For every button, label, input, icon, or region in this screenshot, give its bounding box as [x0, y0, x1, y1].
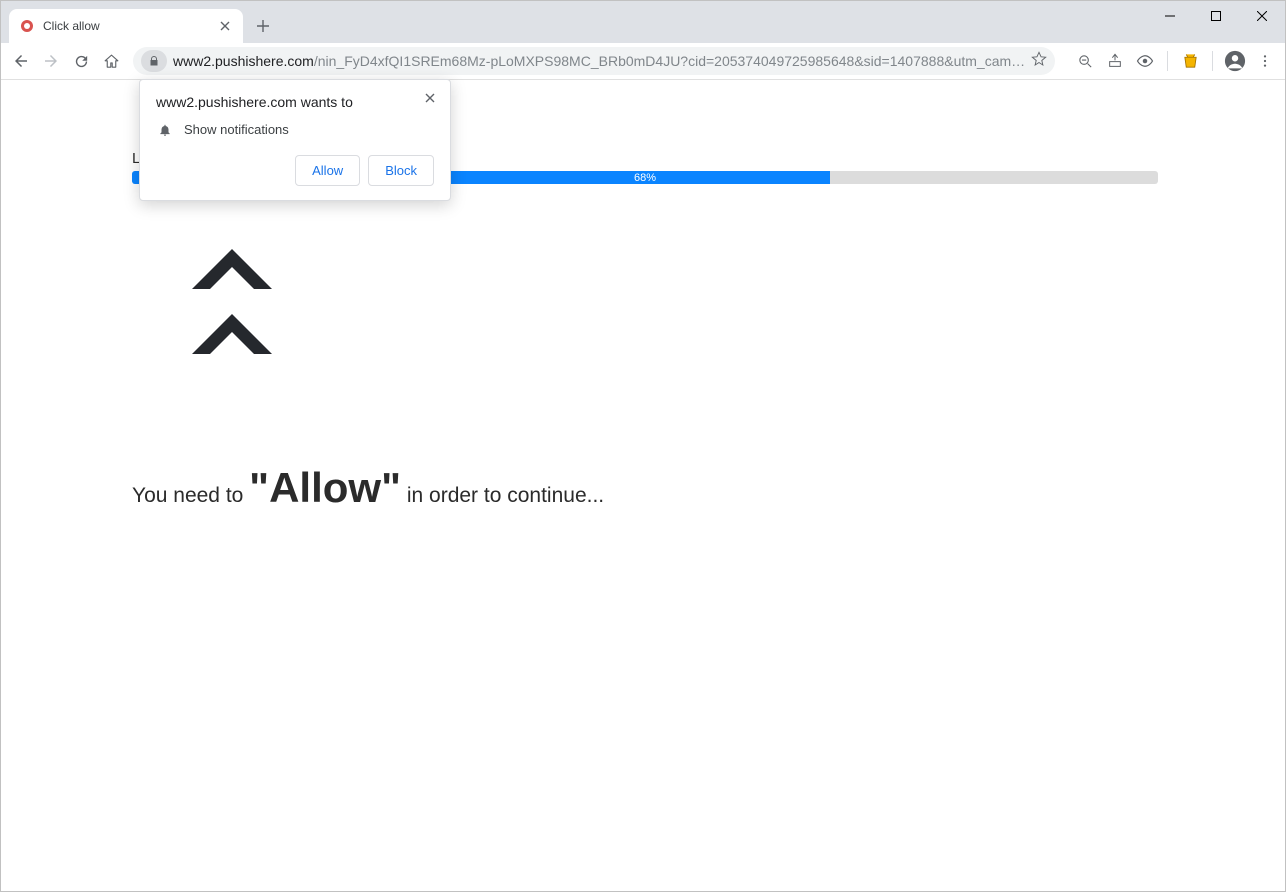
instruction-text: You need to "Allow" in order to continue… — [132, 464, 1154, 512]
browser-window: Click allow — [0, 0, 1286, 892]
tab-favicon-icon — [19, 18, 35, 34]
kebab-menu-icon[interactable] — [1251, 47, 1279, 75]
progress-percent: 68% — [634, 172, 656, 184]
block-button[interactable]: Block — [368, 155, 434, 186]
minimize-button[interactable] — [1147, 1, 1193, 31]
toolbar-divider — [1167, 51, 1168, 71]
maximize-button[interactable] — [1193, 1, 1239, 31]
shopping-icon[interactable] — [1176, 47, 1204, 75]
msg-emphasis: "Allow" — [249, 464, 401, 511]
tab-close-icon[interactable] — [217, 18, 233, 34]
address-bar[interactable]: www2.pushishere.com/nin_FyD4xfQI1SREm68M… — [133, 47, 1055, 75]
url-text: www2.pushishere.com/nin_FyD4xfQI1SREm68M… — [173, 53, 1025, 69]
msg-before: You need to — [132, 484, 249, 507]
msg-after: in order to continue... — [407, 484, 604, 507]
popup-permission-label: Show notifications — [184, 122, 289, 137]
toolbar-divider — [1212, 51, 1213, 71]
forward-button[interactable] — [37, 47, 65, 75]
url-path: /nin_FyD4xfQI1SREm68Mz-pLoMXPS98MC_BRb0m… — [314, 53, 1025, 69]
reload-button[interactable] — [67, 47, 95, 75]
extension-icon[interactable] — [1101, 47, 1129, 75]
browser-tab[interactable]: Click allow — [9, 9, 243, 43]
url-host: www2.pushishere.com — [173, 53, 314, 69]
allow-button[interactable]: Allow — [295, 155, 360, 186]
notification-permission-popup: www2.pushishere.com wants to Show notifi… — [139, 79, 451, 201]
zoom-icon[interactable] — [1071, 47, 1099, 75]
eye-icon[interactable] — [1131, 47, 1159, 75]
window-controls — [1147, 1, 1285, 31]
bell-icon — [158, 123, 172, 137]
toolbar: www2.pushishere.com/nin_FyD4xfQI1SREm68M… — [1, 43, 1285, 80]
tab-title: Click allow — [43, 19, 217, 33]
double-chevron-up-icon — [182, 234, 1154, 364]
profile-avatar-icon[interactable] — [1221, 47, 1249, 75]
titlebar: Click allow — [1, 1, 1285, 43]
close-window-button[interactable] — [1239, 1, 1285, 31]
popup-actions: Allow Block — [156, 155, 434, 186]
bookmark-star-icon[interactable] — [1031, 51, 1047, 72]
popup-title: www2.pushishere.com wants to — [156, 94, 434, 110]
home-button[interactable] — [97, 47, 125, 75]
lock-icon[interactable] — [141, 50, 167, 72]
page-content: L 68% You need to "Allow" in order to co… — [2, 80, 1284, 890]
new-tab-button[interactable] — [249, 12, 277, 40]
popup-permission-row: Show notifications — [156, 122, 434, 137]
popup-close-icon[interactable] — [420, 88, 440, 108]
back-button[interactable] — [7, 47, 35, 75]
